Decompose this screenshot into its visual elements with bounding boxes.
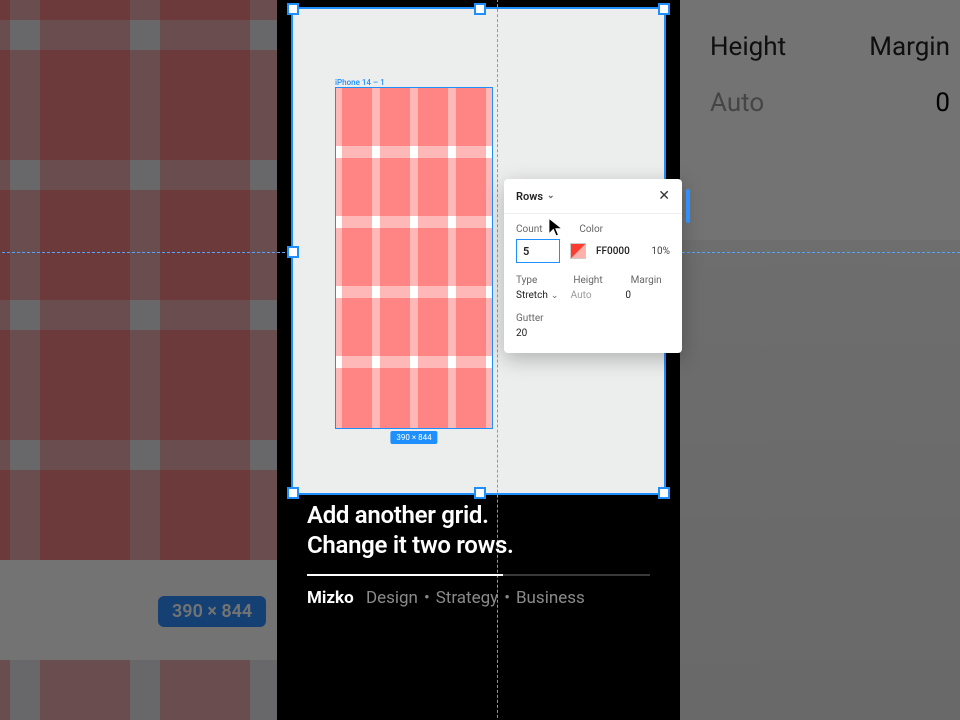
height-label: Height [573,275,612,286]
gutter-input[interactable]: 20 [516,328,527,339]
resize-handle-ml[interactable] [287,246,299,258]
frame-size-badge: 390 × 844 [390,431,437,444]
resize-handle-tr[interactable] [658,3,670,15]
phone-column: iPhone 14 – 1 390 × 844 [277,0,680,720]
panel-scrollbar[interactable] [686,189,690,223]
tag-design: Design [366,588,418,608]
resize-handle-bm[interactable] [474,487,486,499]
panel-title: Rows [516,190,543,203]
chevron-down-icon: ⌄ [551,291,559,301]
iphone-frame[interactable]: 390 × 844 [335,87,493,429]
caption-line2: Change it two rows. [307,530,650,560]
guide-vertical [497,0,498,720]
grid-settings-panel[interactable]: Rows ⌄ ✕ Count Color 5 FF0000 10% [504,179,682,353]
overlay-right [680,0,960,720]
progress-bar[interactable] [307,574,650,576]
progress-fill [307,574,503,576]
color-opacity[interactable]: 10% [651,246,670,257]
resize-handle-bl[interactable] [287,487,299,499]
count-label: Count [516,224,561,235]
type-value: Stretch [516,290,548,301]
resize-handle-tl[interactable] [287,3,299,15]
design-canvas[interactable]: iPhone 14 – 1 390 × 844 [291,7,666,495]
margin-label: Margin [631,275,670,286]
type-label: Type [516,275,555,286]
caption: Add another grid. Change it two rows. Mi… [307,500,650,608]
tag-strategy: Strategy [436,588,499,608]
margin-input[interactable]: 0 [625,290,670,301]
author-name: Mizko [307,588,354,608]
close-icon[interactable]: ✕ [658,189,670,203]
color-label: Color [579,224,670,235]
resize-handle-tm[interactable] [474,3,486,15]
type-dropdown[interactable]: Stretch ⌄ [516,290,561,301]
tag-business: Business [516,588,585,608]
overlay-left [0,0,277,720]
frame-label[interactable]: iPhone 14 – 1 [335,78,385,87]
caption-line1: Add another grid. [307,500,650,530]
height-value: Auto [571,290,616,301]
resize-handle-br[interactable] [658,487,670,499]
gutter-label: Gutter [516,313,670,324]
color-hex[interactable]: FF0000 [596,246,630,257]
layout-grid [336,88,492,428]
chevron-down-icon: ⌄ [547,191,555,201]
color-swatch[interactable] [570,243,586,259]
panel-type-dropdown[interactable]: Rows ⌄ [516,190,555,203]
byline: Mizko Design•Strategy•Business [307,588,650,608]
count-input[interactable]: 5 [516,239,560,263]
stage: 390 × 844 Height Margin Auto 0 iPhone 14… [0,0,960,720]
